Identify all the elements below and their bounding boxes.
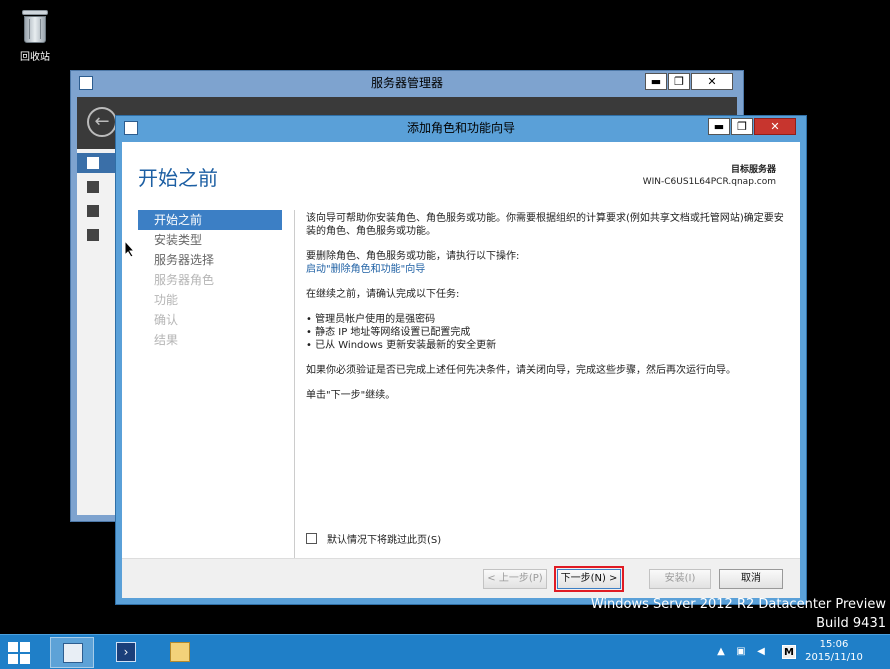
step-results: 结果 xyxy=(154,333,179,347)
wizard-content: 该向导可帮助你安装角色、角色服务或功能。你需要根据组织的计算要求(例如共享文档或… xyxy=(306,212,786,414)
start-button[interactable] xyxy=(8,642,30,664)
remove-instructions: 要删除角色、角色服务或功能，请执行以下操作: xyxy=(306,251,520,262)
taskbar: › ▲ ▣ ◀ M 15:06 2015/11/10 xyxy=(0,634,890,669)
target-server-label: 目标服务器 xyxy=(730,165,776,175)
step-before-you-begin[interactable]: 开始之前 xyxy=(138,210,282,230)
sidebar-item-dashboard[interactable] xyxy=(77,153,117,173)
wizard-title: 添加角色和功能向导 xyxy=(406,121,515,135)
volume-muted-icon[interactable]: ◀ xyxy=(754,645,768,659)
windows-logo-icon xyxy=(8,642,18,652)
step-installation-type[interactable]: 安装类型 xyxy=(138,230,282,250)
server-manager-app-icon xyxy=(79,76,93,90)
network-icon[interactable]: ▣ xyxy=(734,645,748,659)
wizard-steps: 开始之前 安装类型 服务器选择 服务器角色 功能 确认 结果 xyxy=(138,210,282,350)
build-watermark-line1: Windows Server 2012 R2 Datacenter Previe… xyxy=(590,597,886,612)
page-title: 开始之前 xyxy=(138,166,218,190)
wizard-app-icon xyxy=(124,121,138,135)
server-manager-title: 服务器管理器 xyxy=(370,76,443,90)
clock-time: 15:06 xyxy=(819,639,849,650)
recycle-bin-label: 回收站 xyxy=(20,52,50,63)
system-tray: ▲ ▣ ◀ M 15:06 2015/11/10 xyxy=(710,635,890,669)
wizard-maximize-button[interactable]: ❐ xyxy=(731,118,753,135)
powershell-icon: › xyxy=(116,642,136,662)
prereq-intro: 在继续之前，请确认完成以下任务: xyxy=(306,289,460,300)
wizard-minimize-button[interactable]: ▬ xyxy=(708,118,730,135)
divider xyxy=(294,210,295,576)
wizard-footer: < 上一步(P) 下一步(N) > 安装(I) 取消 xyxy=(122,558,800,598)
list-item: 静态 IP 地址等网络设置已配置完成 xyxy=(306,326,786,339)
dashboard-icon xyxy=(87,157,99,169)
taskbar-file-explorer[interactable] xyxy=(158,637,202,668)
server-manager-sidebar xyxy=(77,149,117,515)
step-server-roles: 服务器角色 xyxy=(154,273,215,287)
close-button[interactable]: ✕ xyxy=(691,73,733,90)
maximize-button[interactable]: ❐ xyxy=(668,73,690,90)
intro-text: 该向导可帮助你安装角色、角色服务或功能。你需要根据组织的计算要求(例如共享文档或… xyxy=(306,213,784,237)
verify-text: 如果你必须验证是否已完成上述任何先决条件，请关闭向导，完成这些步骤，然后再次运行… xyxy=(306,365,736,376)
clock[interactable]: 15:06 2015/11/10 xyxy=(804,638,864,664)
skip-page-label: 默认情况下将跳过此页(S) xyxy=(327,535,442,546)
target-server: 目标服务器 WIN-C6US1L64PCR.qnap.com xyxy=(643,164,776,188)
skip-page-checkbox[interactable] xyxy=(306,533,317,544)
file-services-icon xyxy=(87,229,99,241)
server-manager-titlebar[interactable]: 服务器管理器 ▬ ❐ ✕ xyxy=(71,71,743,95)
list-item: 已从 Windows 更新安装最新的安全更新 xyxy=(306,339,786,352)
wizard-body: 开始之前 目标服务器 WIN-C6US1L64PCR.qnap.com 开始之前… xyxy=(122,142,800,598)
cancel-button[interactable]: 取消 xyxy=(719,569,783,589)
recycle-bin-icon xyxy=(20,6,50,44)
clock-date: 2015/11/10 xyxy=(805,652,863,663)
previous-button: < 上一步(P) xyxy=(483,569,547,589)
target-server-value: WIN-C6US1L64PCR.qnap.com xyxy=(642,177,776,187)
install-button: 安装(I) xyxy=(649,569,711,589)
sidebar-item-local-server[interactable] xyxy=(77,177,117,197)
wizard-titlebar[interactable]: 添加角色和功能向导 ▬ ❐ ✕ xyxy=(116,116,806,140)
remove-roles-link[interactable]: 启动"删除角色和功能"向导 xyxy=(306,264,425,275)
recycle-bin[interactable]: 回收站 xyxy=(10,6,60,63)
chevron-up-icon[interactable]: ▲ xyxy=(714,645,728,659)
list-item: 管理员帐户使用的是强密码 xyxy=(306,313,786,326)
mouse-cursor-icon xyxy=(124,240,136,258)
server-icon xyxy=(87,181,99,193)
servers-icon xyxy=(87,205,99,217)
taskbar-powershell[interactable]: › xyxy=(104,637,148,668)
ime-mode-icon[interactable]: M xyxy=(782,645,796,659)
sidebar-item-all-servers[interactable] xyxy=(77,201,117,221)
folder-icon xyxy=(170,642,190,662)
next-button[interactable]: 下一步(N) > xyxy=(554,566,624,592)
step-confirmation: 确认 xyxy=(154,313,179,327)
sidebar-item-file-services[interactable] xyxy=(77,225,117,245)
build-watermark-line2: Build 9431 xyxy=(816,616,886,631)
skip-page-option[interactable]: 默认情况下将跳过此页(S) xyxy=(306,531,441,546)
minimize-button[interactable]: ▬ xyxy=(645,73,667,90)
back-arrow-icon[interactable]: ← xyxy=(87,107,117,137)
continue-text: 单击"下一步"继续。 xyxy=(306,390,396,401)
step-server-selection[interactable]: 服务器选择 xyxy=(138,250,282,270)
server-manager-icon xyxy=(63,643,83,663)
wizard-close-button[interactable]: ✕ xyxy=(754,118,796,135)
step-features: 功能 xyxy=(154,293,179,307)
add-roles-wizard-window[interactable]: 添加角色和功能向导 ▬ ❐ ✕ 开始之前 目标服务器 WIN-C6US1L64P… xyxy=(115,115,807,605)
wizard-header: 开始之前 目标服务器 WIN-C6US1L64PCR.qnap.com xyxy=(122,142,800,206)
taskbar-server-manager[interactable] xyxy=(50,637,94,668)
prereq-list: 管理员帐户使用的是强密码 静态 IP 地址等网络设置已配置完成 已从 Windo… xyxy=(306,313,786,352)
